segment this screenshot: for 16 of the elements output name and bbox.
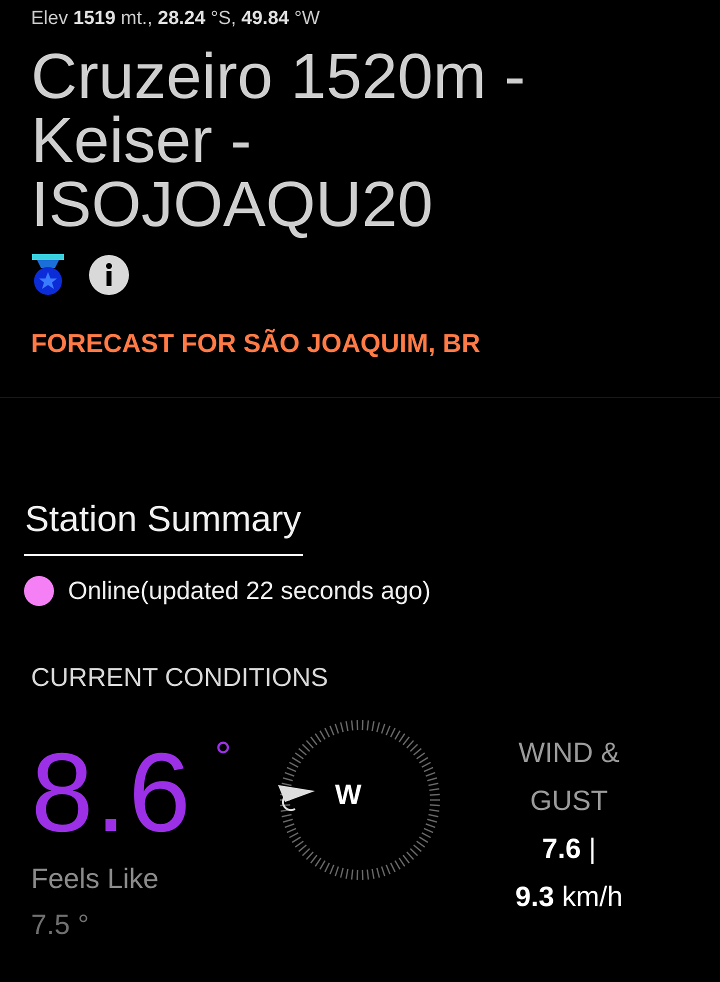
station-title: Cruzeiro 1520m - Keiser - ISOJOAQU20 xyxy=(31,44,526,236)
wind-speed: 7.6 | xyxy=(542,832,596,866)
forecast-link[interactable]: FORECAST FOR SÃO JOAQUIM, BR xyxy=(31,328,480,359)
wind-direction: W xyxy=(335,779,362,811)
info-icon[interactable] xyxy=(89,255,129,295)
temperature-unit: ° xyxy=(214,733,232,781)
wind-label: WIND & GUST xyxy=(517,736,621,818)
feels-like-value: 7.5 ° xyxy=(31,909,89,941)
feels-like-label: Feels Like xyxy=(31,863,159,895)
location-details: Elev 1519 mt., 28.24 °S, 49.84 °W xyxy=(31,8,321,30)
temperature-value: 8.6 xyxy=(31,733,193,853)
conditions-heading: CURRENT CONDITIONS xyxy=(31,662,328,693)
status-text: Online(updated 22 seconds ago) xyxy=(68,576,431,606)
medal-icon xyxy=(31,254,65,296)
wind-gust: 9.3 km/h xyxy=(515,880,623,914)
section-heading: Station Summary xyxy=(24,498,304,556)
